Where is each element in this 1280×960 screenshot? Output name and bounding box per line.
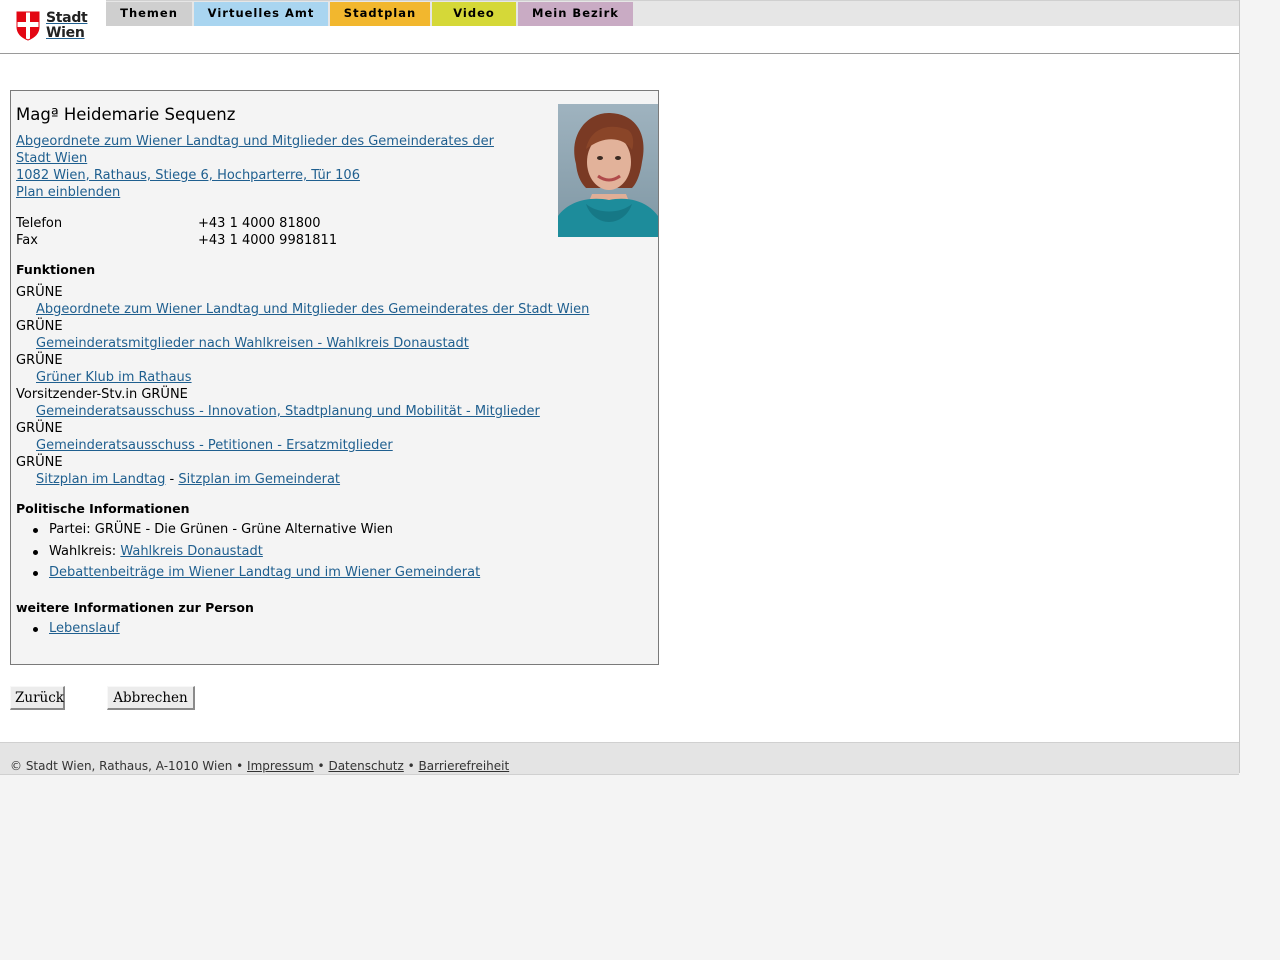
district-item: Wahlkreis: Wahlkreis Donaustadt — [16, 543, 480, 560]
district-label: Wahlkreis: — [49, 543, 121, 559]
footer-separator: • — [232, 759, 248, 773]
political-info-heading: Politische Informationen — [16, 501, 190, 516]
function-link[interactable]: Gemeinderatsmitglieder nach Wahlkreisen … — [36, 336, 469, 351]
party-item: Partei: GRÜNE - Die Grünen - Grüne Alter… — [16, 521, 480, 538]
debates-item: Debattenbeiträge im Wiener Landtag und i… — [16, 564, 480, 581]
person-name: Magª Heidemarie Sequenz — [16, 105, 236, 124]
function-link[interactable]: Grüner Klub im Rathaus — [36, 370, 192, 385]
back-button[interactable]: Zurück — [10, 686, 65, 710]
seating-plan-landtag-link[interactable]: Sitzplan im Landtag — [36, 472, 165, 487]
link-separator: - — [165, 472, 179, 487]
accessibility-link[interactable]: Barrierefreiheit — [419, 759, 510, 773]
political-info-list: Partei: GRÜNE - Die Grünen - Grüne Alter… — [16, 521, 480, 586]
footer-separator: • — [403, 759, 419, 773]
functions-list: GRÜNE Abgeordnete zum Wiener Landtag und… — [16, 284, 656, 488]
logo-line-1: Stadt — [46, 10, 88, 26]
person-card: Magª Heidemarie Sequenz Abgeordnete zum … — [10, 90, 659, 665]
function-party: GRÜNE — [16, 421, 63, 436]
function-link[interactable]: Abgeordnete zum Wiener Landtag und Mitgl… — [36, 302, 589, 317]
functions-heading: Funktionen — [16, 262, 96, 277]
role-link[interactable]: Abgeordnete zum Wiener Landtag und Mitgl… — [16, 133, 506, 167]
cancel-button[interactable]: Abbrechen — [107, 686, 195, 710]
debates-link[interactable]: Debattenbeiträge im Wiener Landtag und i… — [49, 565, 480, 580]
logo-line-2: Wien — [46, 25, 85, 41]
fax-value: +43 1 4000 9981811 — [198, 233, 338, 248]
function-link[interactable]: Gemeinderatsausschuss - Petitionen - Ers… — [36, 438, 393, 453]
further-info-heading: weitere Informationen zur Person — [16, 600, 254, 615]
phone-value: +43 1 4000 81800 — [198, 216, 321, 231]
phone-label: Telefon — [16, 216, 63, 231]
function-party: GRÜNE — [16, 455, 63, 470]
fax-label: Fax — [16, 233, 38, 248]
page: Stadt Wien Themen Virtuelles Amt Stadtpl… — [0, 0, 1240, 775]
cv-link[interactable]: Lebenslauf — [49, 621, 120, 636]
stadt-wien-logo[interactable]: Stadt Wien — [16, 9, 96, 43]
nav-tab-virtuelles-amt[interactable]: Virtuelles Amt — [194, 2, 328, 26]
address-link[interactable]: 1082 Wien, Rathaus, Stiege 6, Hochparter… — [16, 167, 360, 184]
imprint-link[interactable]: Impressum — [247, 759, 314, 773]
cv-item: Lebenslauf — [16, 620, 120, 637]
privacy-link[interactable]: Datenschutz — [328, 759, 403, 773]
copyright-text: © Stadt Wien, Rathaus, A-1010 Wien — [10, 759, 233, 773]
logo-text: Stadt Wien — [46, 10, 88, 41]
nav-tab-mein-bezirk[interactable]: Mein Bezirk — [518, 2, 633, 26]
function-link[interactable]: Gemeinderatsausschuss - Innovation, Stad… — [36, 404, 540, 419]
person-photo — [558, 104, 658, 237]
site-footer: © Stadt Wien, Rathaus, A-1010 Wien • Imp… — [0, 742, 1239, 775]
function-party: GRÜNE — [16, 285, 63, 300]
wien-shield-icon — [16, 11, 40, 41]
nav-tab-stadtplan[interactable]: Stadtplan — [330, 2, 430, 26]
function-party: GRÜNE — [16, 353, 63, 368]
function-party: GRÜNE — [16, 319, 63, 334]
further-info-list: Lebenslauf — [16, 620, 120, 637]
show-map-link[interactable]: Plan einblenden — [16, 184, 120, 201]
district-link[interactable]: Wahlkreis Donaustadt — [120, 544, 263, 559]
footer-separator: • — [313, 759, 329, 773]
seating-plan-gemeinderat-link[interactable]: Sitzplan im Gemeinderat — [178, 472, 340, 487]
function-party: Vorsitzender-Stv.in GRÜNE — [16, 387, 188, 402]
site-header: Stadt Wien Themen Virtuelles Amt Stadtpl… — [0, 0, 1239, 54]
main-navigation: Themen Virtuelles Amt Stadtplan Video Me… — [106, 0, 1239, 26]
nav-tab-video[interactable]: Video — [432, 2, 516, 26]
nav-tab-themen[interactable]: Themen — [106, 2, 192, 26]
